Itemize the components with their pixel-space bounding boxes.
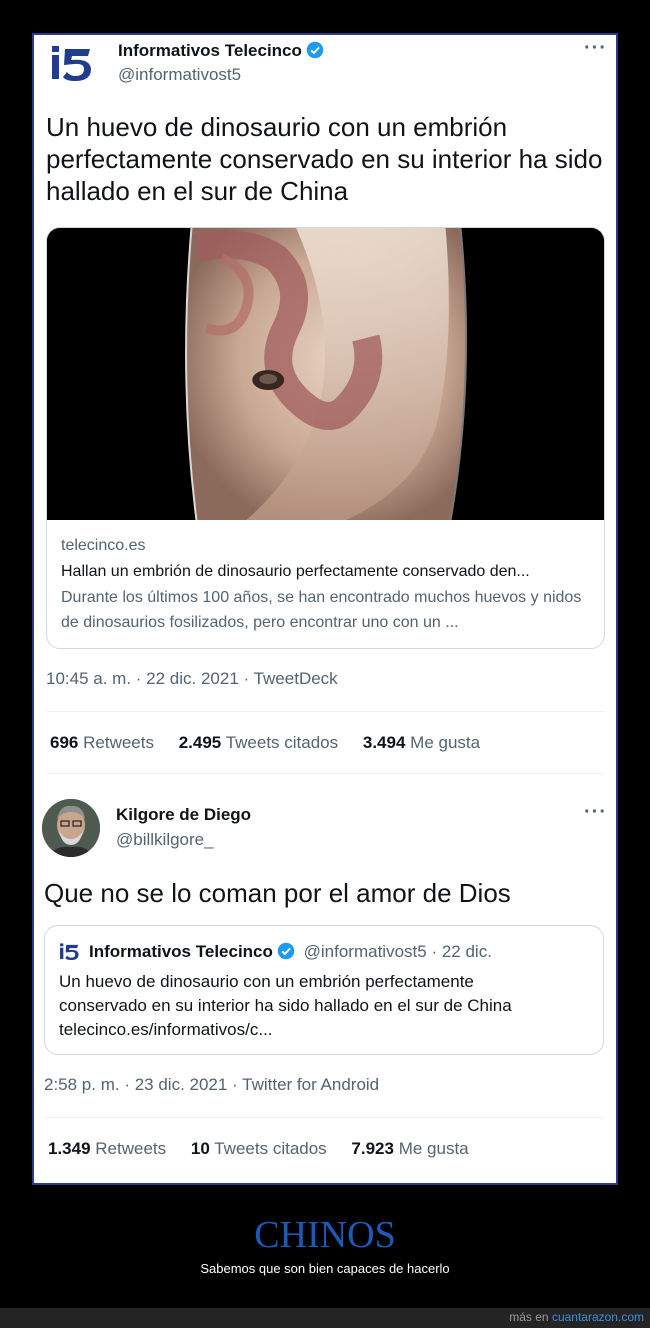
card-domain: telecinco.es (61, 537, 146, 554)
retweets-label: Retweets (83, 733, 154, 752)
likes-count: 7.923 (351, 1139, 394, 1158)
likes-label: Me gusta (398, 1139, 469, 1158)
caption-title: CHINOS (254, 1214, 396, 1256)
telecinco-logo-icon (60, 943, 79, 961)
quotes-label: Tweets citados (225, 733, 339, 752)
quoted-account-name: Informativos Telecinco (89, 942, 273, 961)
tweet-kilgore: Kilgore de Diego @billkilgore_ ··· Que n… (34, 775, 616, 1183)
telecinco-logo-icon[interactable] (50, 43, 96, 83)
quotes-label: Tweets citados (214, 1139, 327, 1158)
retweets-label: Retweets (95, 1139, 167, 1158)
likes-stat[interactable]: 3.494 Me gusta (363, 733, 480, 752)
tweet-stats: 1.349 Retweets 10 Tweets citados 7.923 M… (48, 1139, 469, 1159)
avatar[interactable] (42, 799, 100, 857)
verified-badge-icon (306, 41, 324, 59)
quoted-text: Un huevo de dinosaurio con un embrión pe… (59, 972, 512, 1039)
footer-bar: más en cuantarazon.com (0, 1308, 650, 1328)
footer-credit: más en cuantarazon.com (509, 1310, 644, 1324)
verified-badge-icon (277, 942, 295, 960)
likes-label: Me gusta (410, 733, 481, 752)
more-dots-icon[interactable]: ··· (584, 801, 607, 824)
retweets-stat[interactable]: 1.349 Retweets (48, 1139, 166, 1158)
avatar-photo-icon (42, 799, 100, 857)
account-handle[interactable]: @billkilgore_ (116, 830, 214, 850)
caption-subtitle: Sabemos que son bien capaces de hacerlo (200, 1261, 450, 1276)
account-name-text[interactable]: Informativos Telecinco (118, 41, 302, 60)
divider (44, 1117, 604, 1118)
tweet-text: Un huevo de dinosaurio con un embrión pe… (46, 112, 603, 206)
account-handle[interactable]: @informativost5 (118, 65, 241, 85)
quotes-count: 2.495 (178, 733, 222, 752)
divider (46, 711, 604, 712)
divider (46, 773, 604, 774)
quotes-stat[interactable]: 10 Tweets citados (191, 1139, 327, 1158)
card-title: Hallan un embrión de dinosaurio perfecta… (61, 563, 530, 580)
retweets-count: 696 (50, 733, 79, 752)
dinosaur-embryo-image[interactable] (47, 228, 604, 520)
tweet-text: Que no se lo coman por el amor de Dios (44, 878, 511, 908)
retweets-count: 1.349 (48, 1139, 91, 1158)
likes-stat[interactable]: 7.923 Me gusta (351, 1139, 468, 1158)
link-card[interactable]: telecinco.es Hallan un embrión de dinosa… (46, 227, 605, 649)
footer-prefix: más en (509, 1310, 549, 1324)
footer-site-link[interactable]: cuantarazon.com (552, 1310, 644, 1324)
likes-count: 3.494 (362, 733, 406, 752)
retweets-stat[interactable]: 696 Retweets (50, 733, 154, 752)
card-description: Durante los últimos 100 años, se han enc… (61, 589, 582, 631)
more-dots-icon[interactable]: ··· (584, 37, 607, 60)
tweet-timestamp[interactable]: 10:45 a. m. · 22 dic. 2021 · TweetDeck (46, 669, 338, 689)
tweet-informativos: Informativos Telecinco @informativost5 ·… (34, 35, 616, 775)
tweet-timestamp[interactable]: 2:58 p. m. · 23 dic. 2021 · Twitter for … (44, 1075, 379, 1095)
account-name[interactable]: Kilgore de Diego (116, 805, 251, 825)
quoted-handle-date: @informativost5 · 22 dic. (303, 942, 492, 961)
quotes-count: 10 (190, 1139, 210, 1158)
quoted-tweet[interactable]: Informativos Telecinco @informativost5 ·… (44, 925, 604, 1055)
screenshot-frame: Informativos Telecinco @informativost5 ·… (32, 33, 618, 1185)
quoted-header: Informativos Telecinco @informativost5 ·… (89, 942, 492, 962)
tweet-stats: 696 Retweets 2.495 Tweets citados 3.494 … (50, 733, 480, 753)
quotes-stat[interactable]: 2.495 Tweets citados (179, 733, 338, 752)
account-name[interactable]: Informativos Telecinco (118, 41, 324, 61)
